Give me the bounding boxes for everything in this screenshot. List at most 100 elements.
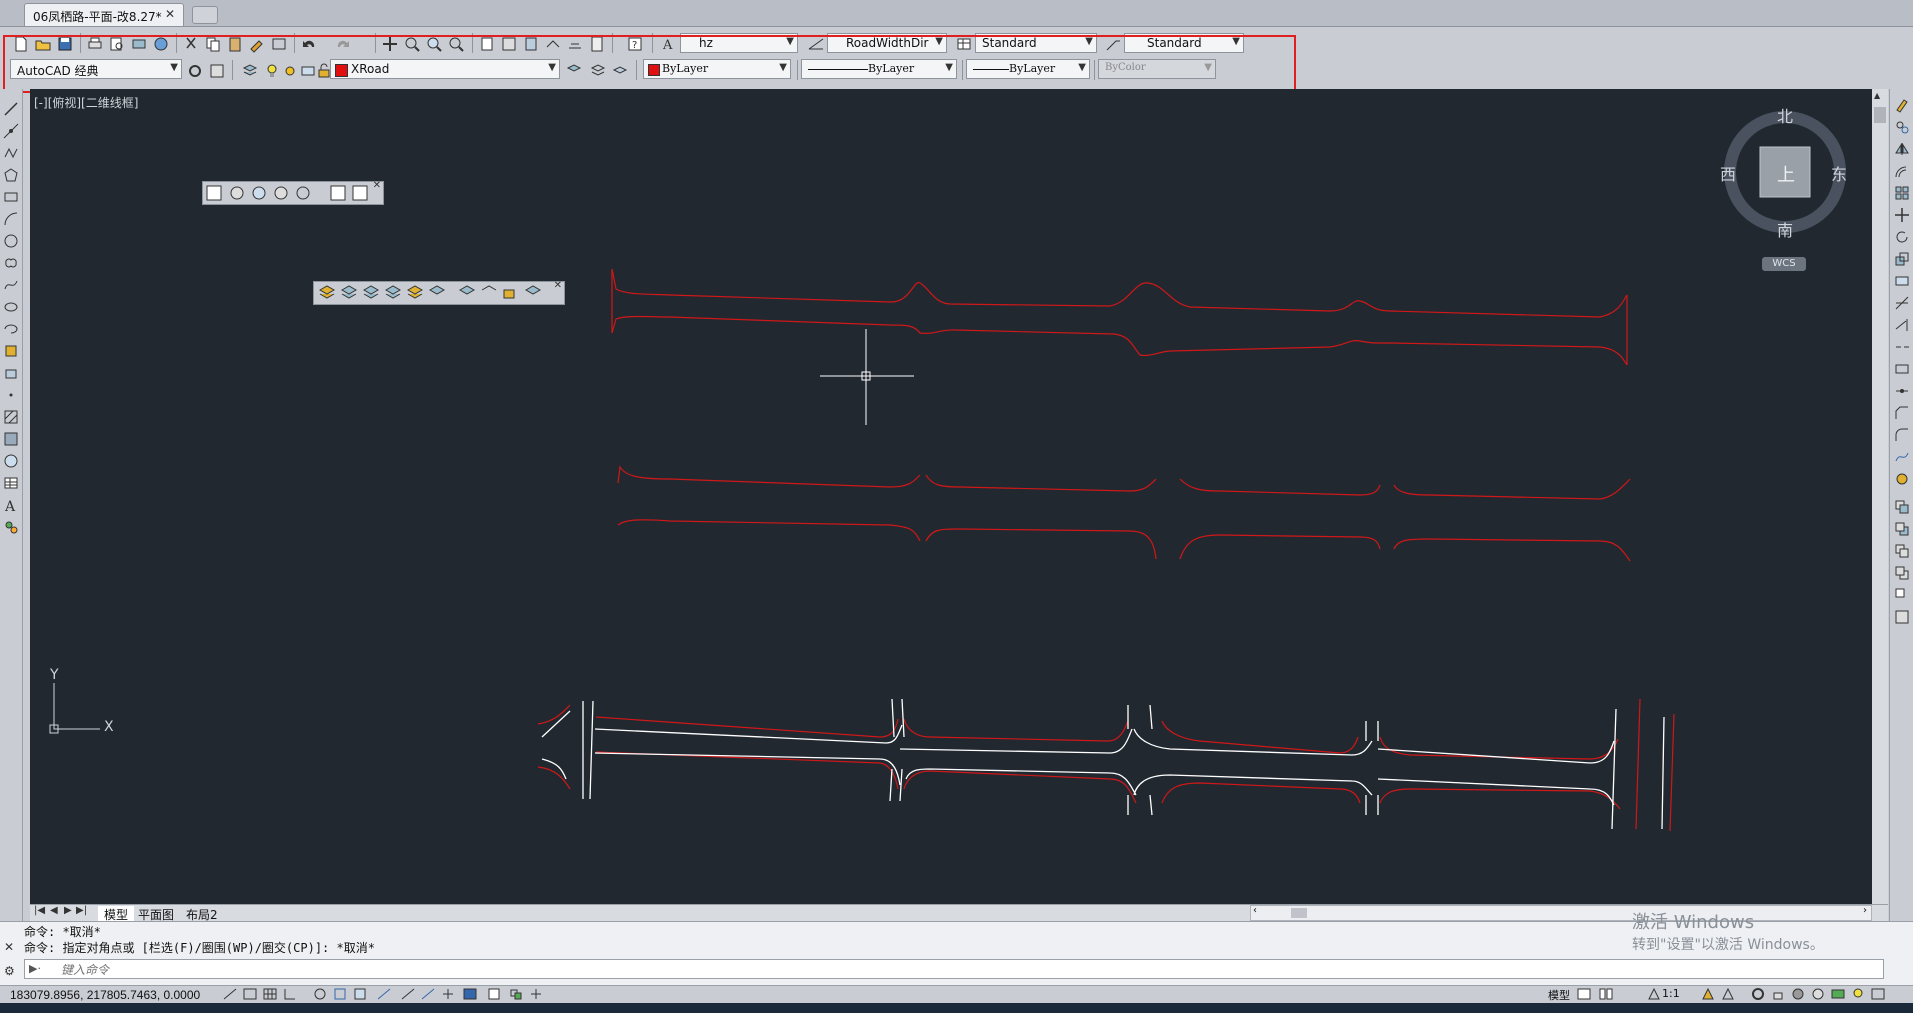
annotation-visibility-icon[interactable] <box>1700 987 1716 1001</box>
make-block-icon[interactable] <box>3 365 19 381</box>
hatch-to-back-icon[interactable] <box>1894 609 1910 625</box>
workspace-switching-icon[interactable] <box>1750 987 1766 1001</box>
ortho-mode-icon[interactable] <box>282 987 298 1001</box>
next-layout-icon[interactable]: ▶ <box>64 905 72 916</box>
scale-icon[interactable] <box>1894 251 1910 267</box>
spline-icon[interactable] <box>3 277 19 293</box>
viewcube-south[interactable]: 南 <box>1777 217 1793 241</box>
ellipse-icon[interactable] <box>3 299 19 315</box>
scroll-left-icon[interactable]: ‹ <box>1253 905 1257 916</box>
annotation-scale-icon[interactable] <box>1646 987 1662 1001</box>
quick-view-drawings-icon[interactable] <box>1598 987 1614 1001</box>
draw-order-back-icon[interactable] <box>1894 521 1910 537</box>
vertical-scrollbar[interactable]: ▲ <box>1872 89 1888 904</box>
first-layout-icon[interactable]: |◀ <box>34 905 45 916</box>
document-tab[interactable]: 06凤栖路-平面-改8.27* ✕ <box>24 3 184 26</box>
clean-screen-icon[interactable] <box>1870 987 1886 1001</box>
viewcube-top-face[interactable]: 上 <box>1777 161 1795 187</box>
dynamic-input-icon[interactable] <box>420 987 436 1001</box>
circle-icon[interactable] <box>3 233 19 249</box>
snap-mode-icon[interactable] <box>242 987 258 1001</box>
infer-constraints-icon[interactable] <box>222 987 238 1001</box>
join-icon[interactable] <box>1894 383 1910 399</box>
wrench-icon[interactable]: ⚙ <box>4 964 15 978</box>
close-icon[interactable]: ✕ <box>554 280 562 291</box>
ellipse-arc-icon[interactable] <box>3 321 19 337</box>
arc-icon[interactable] <box>3 211 19 227</box>
wcs-menu[interactable]: WCS <box>1762 257 1806 271</box>
scroll-thumb[interactable] <box>1874 107 1886 123</box>
show-layers-icon[interactable] <box>1830 987 1846 1001</box>
object-snap-tracking-icon[interactable] <box>376 987 392 1001</box>
line-icon[interactable] <box>3 101 19 117</box>
region-icon[interactable] <box>3 453 19 469</box>
revcloud-icon[interactable] <box>3 255 19 271</box>
add-selected-icon[interactable] <box>3 519 19 535</box>
grid-display-icon[interactable] <box>262 987 278 1001</box>
break-at-point-icon[interactable] <box>1894 339 1910 355</box>
annotation-scale-value[interactable]: 1:1 <box>1662 987 1680 1000</box>
explode-icon[interactable] <box>1894 471 1910 487</box>
model-space-button[interactable]: 模型 <box>1548 987 1570 1003</box>
close-tab-icon[interactable]: ✕ <box>165 7 175 21</box>
rectangle-icon[interactable] <box>3 189 19 205</box>
mirror-icon[interactable] <box>1894 141 1910 157</box>
drawing-canvas[interactable]: 北 南 东 西 上 WCS Y X ✕ ✕ <box>30 89 1872 904</box>
polyline-icon[interactable] <box>3 145 19 161</box>
chamfer-icon[interactable] <box>1894 405 1910 421</box>
command-line[interactable]: ▶· <box>24 959 1884 979</box>
3d-object-snap-icon[interactable] <box>352 987 368 1001</box>
prev-layout-icon[interactable]: ◀ <box>50 905 58 916</box>
lineweight-toggle-icon[interactable] <box>440 987 456 1001</box>
move-icon[interactable] <box>1894 207 1910 223</box>
text-to-front-icon[interactable] <box>1894 587 1910 603</box>
scroll-up-icon[interactable]: ▲ <box>1874 91 1886 101</box>
command-input[interactable] <box>59 961 1063 979</box>
quick-properties-icon[interactable] <box>486 987 502 1001</box>
rotate-icon[interactable] <box>1894 229 1910 245</box>
erase-icon[interactable] <box>1894 97 1910 113</box>
horizontal-scrollbar[interactable]: ‹ › <box>1250 905 1872 921</box>
isolate-objects-icon[interactable] <box>1790 987 1806 1001</box>
offset-icon[interactable] <box>1894 163 1910 179</box>
viewcube-east[interactable]: 东 <box>1831 161 1847 185</box>
polygon-icon[interactable] <box>3 167 19 183</box>
hardware-acceleration-icon[interactable] <box>1810 987 1826 1001</box>
floating-layers-toolbar[interactable]: ✕ <box>313 280 565 305</box>
insert-block-icon[interactable] <box>3 343 19 359</box>
last-layout-icon[interactable]: ▶| <box>76 905 87 916</box>
auto-add-scales-icon[interactable] <box>1720 987 1736 1001</box>
allow-ucs-icon[interactable] <box>400 987 416 1001</box>
draw-order-under-icon[interactable] <box>1894 565 1910 581</box>
fillet-icon[interactable] <box>1894 427 1910 443</box>
draw-order-front-icon[interactable] <box>1894 499 1910 515</box>
lock-ui-icon[interactable] <box>1770 987 1786 1001</box>
coordinate-readout[interactable]: 183079.8956, 217805.7463, 0.0000 <box>10 988 200 1002</box>
close-icon[interactable]: ✕ <box>373 180 381 191</box>
gradient-icon[interactable] <box>3 431 19 447</box>
viewport-controls-label[interactable]: [-][俯视][二维线框] <box>34 94 138 111</box>
viewcube-north[interactable]: 北 <box>1777 103 1793 127</box>
point-icon[interactable] <box>3 387 19 403</box>
viewcube-west[interactable]: 西 <box>1720 161 1736 185</box>
trim-icon[interactable] <box>1894 295 1910 311</box>
scroll-right-icon[interactable]: › <box>1863 905 1867 916</box>
blend-curves-icon[interactable] <box>1894 449 1910 465</box>
array-icon[interactable] <box>1894 185 1910 201</box>
draw-order-above-icon[interactable] <box>1894 543 1910 559</box>
h-scroll-thumb[interactable] <box>1291 908 1307 918</box>
object-snap-icon[interactable] <box>332 987 348 1001</box>
break-icon[interactable] <box>1894 361 1910 377</box>
hatch-icon[interactable] <box>3 409 19 425</box>
polar-tracking-icon[interactable] <box>312 987 328 1001</box>
extend-icon[interactable] <box>1894 317 1910 333</box>
close-icon[interactable]: ✕ <box>4 940 14 954</box>
construction-line-icon[interactable] <box>3 123 19 139</box>
new-tab-button[interactable] <box>192 6 218 24</box>
floating-view-toolbar[interactable]: ✕ <box>202 180 384 205</box>
copy-object-icon[interactable] <box>1894 119 1910 135</box>
multiline-text-icon[interactable]: A <box>3 497 19 513</box>
annotation-monitor-icon[interactable] <box>528 987 544 1001</box>
stretch-icon[interactable] <box>1894 273 1910 289</box>
table-icon[interactable] <box>3 475 19 491</box>
